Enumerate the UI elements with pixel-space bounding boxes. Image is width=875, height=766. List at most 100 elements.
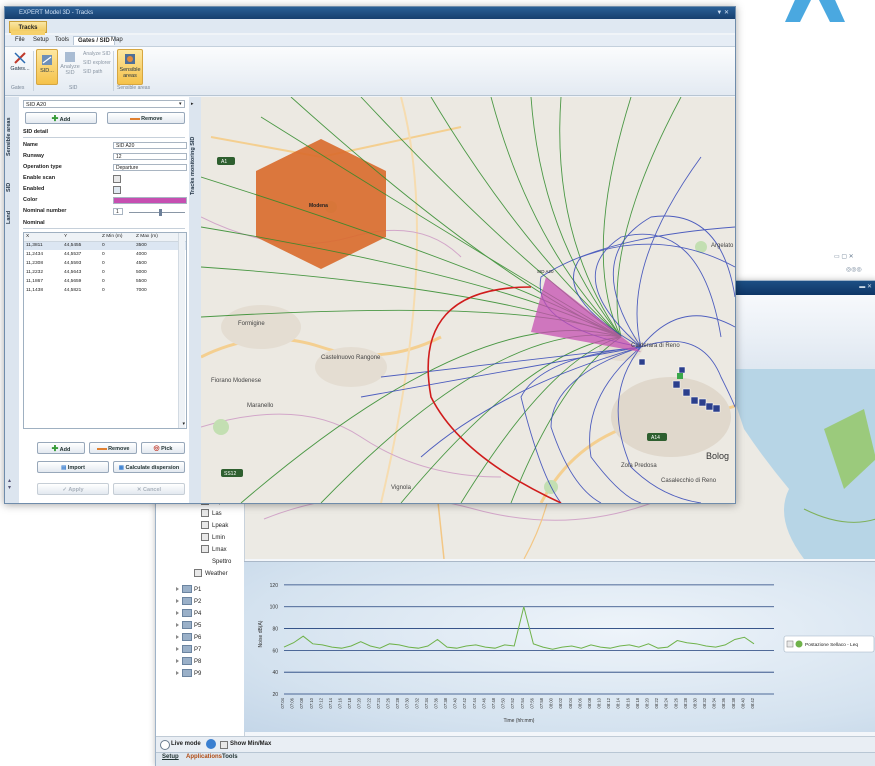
tree-item[interactable]: Spettro <box>201 556 231 568</box>
expand-icon[interactable] <box>176 671 179 676</box>
checkbox[interactable] <box>201 533 209 542</box>
import-button[interactable]: ▤ Import <box>37 461 109 473</box>
tab-land[interactable]: Land <box>6 205 18 229</box>
tree-item[interactable]: P1 <box>176 584 201 596</box>
chevron-down-icon[interactable]: ▾ <box>179 101 182 107</box>
tab-sid[interactable]: SID <box>6 175 18 199</box>
tree-item[interactable]: Lmax <box>201 544 227 556</box>
x-tick-label: 07:32 <box>414 697 419 708</box>
window-controls-icons[interactable]: ◎◎◎ <box>846 266 862 273</box>
sensible-areas-button[interactable]: Sensible areas <box>117 49 143 85</box>
checkbox[interactable] <box>201 521 209 530</box>
menu-map[interactable]: Map <box>107 36 127 44</box>
col-zmin: Z Min (m) <box>102 234 123 239</box>
back-window-controls[interactable]: ▬ ✕ <box>859 283 872 290</box>
x-tick-label: 07:12 <box>318 697 323 708</box>
expand-icon[interactable] <box>176 587 179 592</box>
color-picker[interactable] <box>113 197 187 204</box>
show-minmax-checkbox[interactable] <box>220 741 228 749</box>
window-controls[interactable]: ▼ ✕ <box>716 9 729 16</box>
apply-button[interactable]: ✓ Apply <box>37 483 109 495</box>
checkbox[interactable] <box>201 509 209 518</box>
table-row[interactable]: 11,2308 44,5593 0 4500 <box>24 260 186 268</box>
collapse-arrow-icon[interactable]: ▸ <box>191 101 194 107</box>
table-row[interactable]: 11,1867 44,5659 0 5500 <box>24 278 186 286</box>
table-row[interactable]: 11,3811 44,5455 0 3500 <box>24 242 186 250</box>
gates-button[interactable]: Gates... <box>9 51 31 72</box>
runway-select[interactable]: 12 <box>113 153 187 160</box>
live-mode-icon[interactable] <box>206 739 216 749</box>
collapse-icon[interactable] <box>160 740 170 750</box>
expand-icon[interactable] <box>176 659 179 664</box>
nominal-slider-thumb[interactable] <box>159 209 162 216</box>
station-icon <box>182 609 192 618</box>
sid-explorer-link[interactable]: SID explorer <box>83 60 111 66</box>
checkbox[interactable] <box>201 545 209 554</box>
sid-path-link[interactable]: SID path <box>83 69 102 75</box>
table-row[interactable]: 11,2434 44,5537 0 4000 <box>24 251 186 259</box>
menu-file[interactable]: File <box>11 36 29 44</box>
table-scrollbar[interactable] <box>178 233 185 428</box>
table-header: X Y Z Min (m) Z Max (m) <box>24 233 186 242</box>
y-tick-label: 100 <box>270 605 279 611</box>
tree-item[interactable]: Weather <box>194 568 228 580</box>
tree-item[interactable]: P9 <box>176 668 201 680</box>
operation-type-label: Operation type <box>23 164 62 170</box>
name-field[interactable]: SID A20 <box>113 142 187 149</box>
x-tick-label: 07:46 <box>481 697 486 708</box>
tree-item[interactable]: P6 <box>176 632 201 644</box>
tree-item[interactable]: P8 <box>176 656 201 668</box>
remove-point-button[interactable]: Remove <box>89 442 137 454</box>
city-label: Maranello <box>247 403 274 409</box>
tab-sensible-areas[interactable]: Sensible areas <box>6 107 18 167</box>
nominal-header: Nominal <box>23 220 45 226</box>
enabled-checkbox[interactable] <box>113 186 121 194</box>
analyze-sid-button[interactable]: Analyze SID <box>59 51 81 76</box>
tree-item[interactable]: P7 <box>176 644 201 656</box>
tab-setup[interactable]: Setup <box>162 754 179 760</box>
pick-button[interactable]: ◎ Pick <box>141 442 185 454</box>
tree-item[interactable]: Lmin <box>201 532 225 544</box>
tree-item[interactable]: Las <box>201 508 222 520</box>
add-point-button[interactable]: ✚ Add <box>37 442 85 454</box>
tab-tools[interactable]: Tools <box>222 754 238 760</box>
add-sid-button[interactable]: ✚ Add <box>25 112 97 124</box>
tree-item[interactable]: P2 <box>176 596 201 608</box>
menu-setup[interactable]: Setup <box>29 36 53 44</box>
track-map[interactable]: Modena SID A20 A1 SS12 A14 Formigine Cas… <box>201 97 735 503</box>
noise-chart: 20 40 60 80 100 120 07:04 07:06 07:08 07:10 07:12 0… <box>258 583 875 724</box>
expand-icon[interactable] <box>176 623 179 628</box>
quick-access-bar <box>5 19 735 33</box>
remove-sid-button[interactable]: Remove <box>107 112 185 124</box>
nominal-slider-track[interactable] <box>129 212 185 213</box>
tree-item[interactable]: Lpeak <box>201 520 228 532</box>
tab-applications[interactable]: Applications <box>186 754 222 760</box>
city-label: Castelnuovo Rangone <box>321 355 381 361</box>
window-controls-mini[interactable]: ▭ ▢ ✕ <box>834 253 854 260</box>
station-icon <box>182 645 192 654</box>
tree-item[interactable]: P5 <box>176 620 201 632</box>
scroll-arrows-icon[interactable]: ▴ ▾ <box>8 477 11 491</box>
cancel-button[interactable]: ✕ Cancel <box>113 483 185 495</box>
name-label: Name <box>23 142 38 148</box>
table-row[interactable]: 11,2232 44,5643 0 5000 <box>24 269 186 277</box>
table-row[interactable]: 11,1438 44,5821 0 7000 <box>24 287 186 295</box>
expand-icon[interactable] <box>176 611 179 616</box>
sid-button[interactable]: SID... <box>36 49 58 85</box>
analyze-sid-link[interactable]: Analyze SID <box>83 51 111 57</box>
expand-icon[interactable] <box>176 635 179 640</box>
menu-tools[interactable]: Tools <box>51 36 73 44</box>
sid-selector[interactable]: SID A20 <box>23 100 185 108</box>
checkbox[interactable] <box>194 569 202 578</box>
expand-icon[interactable] <box>176 599 179 604</box>
checkbox[interactable] <box>201 557 209 565</box>
nominal-number-stepper[interactable]: 1 <box>113 208 123 215</box>
enable-scan-checkbox[interactable] <box>113 175 121 183</box>
tree-item[interactable]: P4 <box>176 608 201 620</box>
operation-type-select[interactable]: Departure <box>113 164 187 171</box>
scroll-down-icon[interactable]: ▾ <box>182 421 185 427</box>
calculate-dispersion-button[interactable]: ▦ Calculate dispersion <box>113 461 185 473</box>
expand-icon[interactable] <box>176 647 179 652</box>
x-axis-label: Time (hh:mm) <box>504 718 535 724</box>
x-tick-label: 08:22 <box>654 697 659 708</box>
